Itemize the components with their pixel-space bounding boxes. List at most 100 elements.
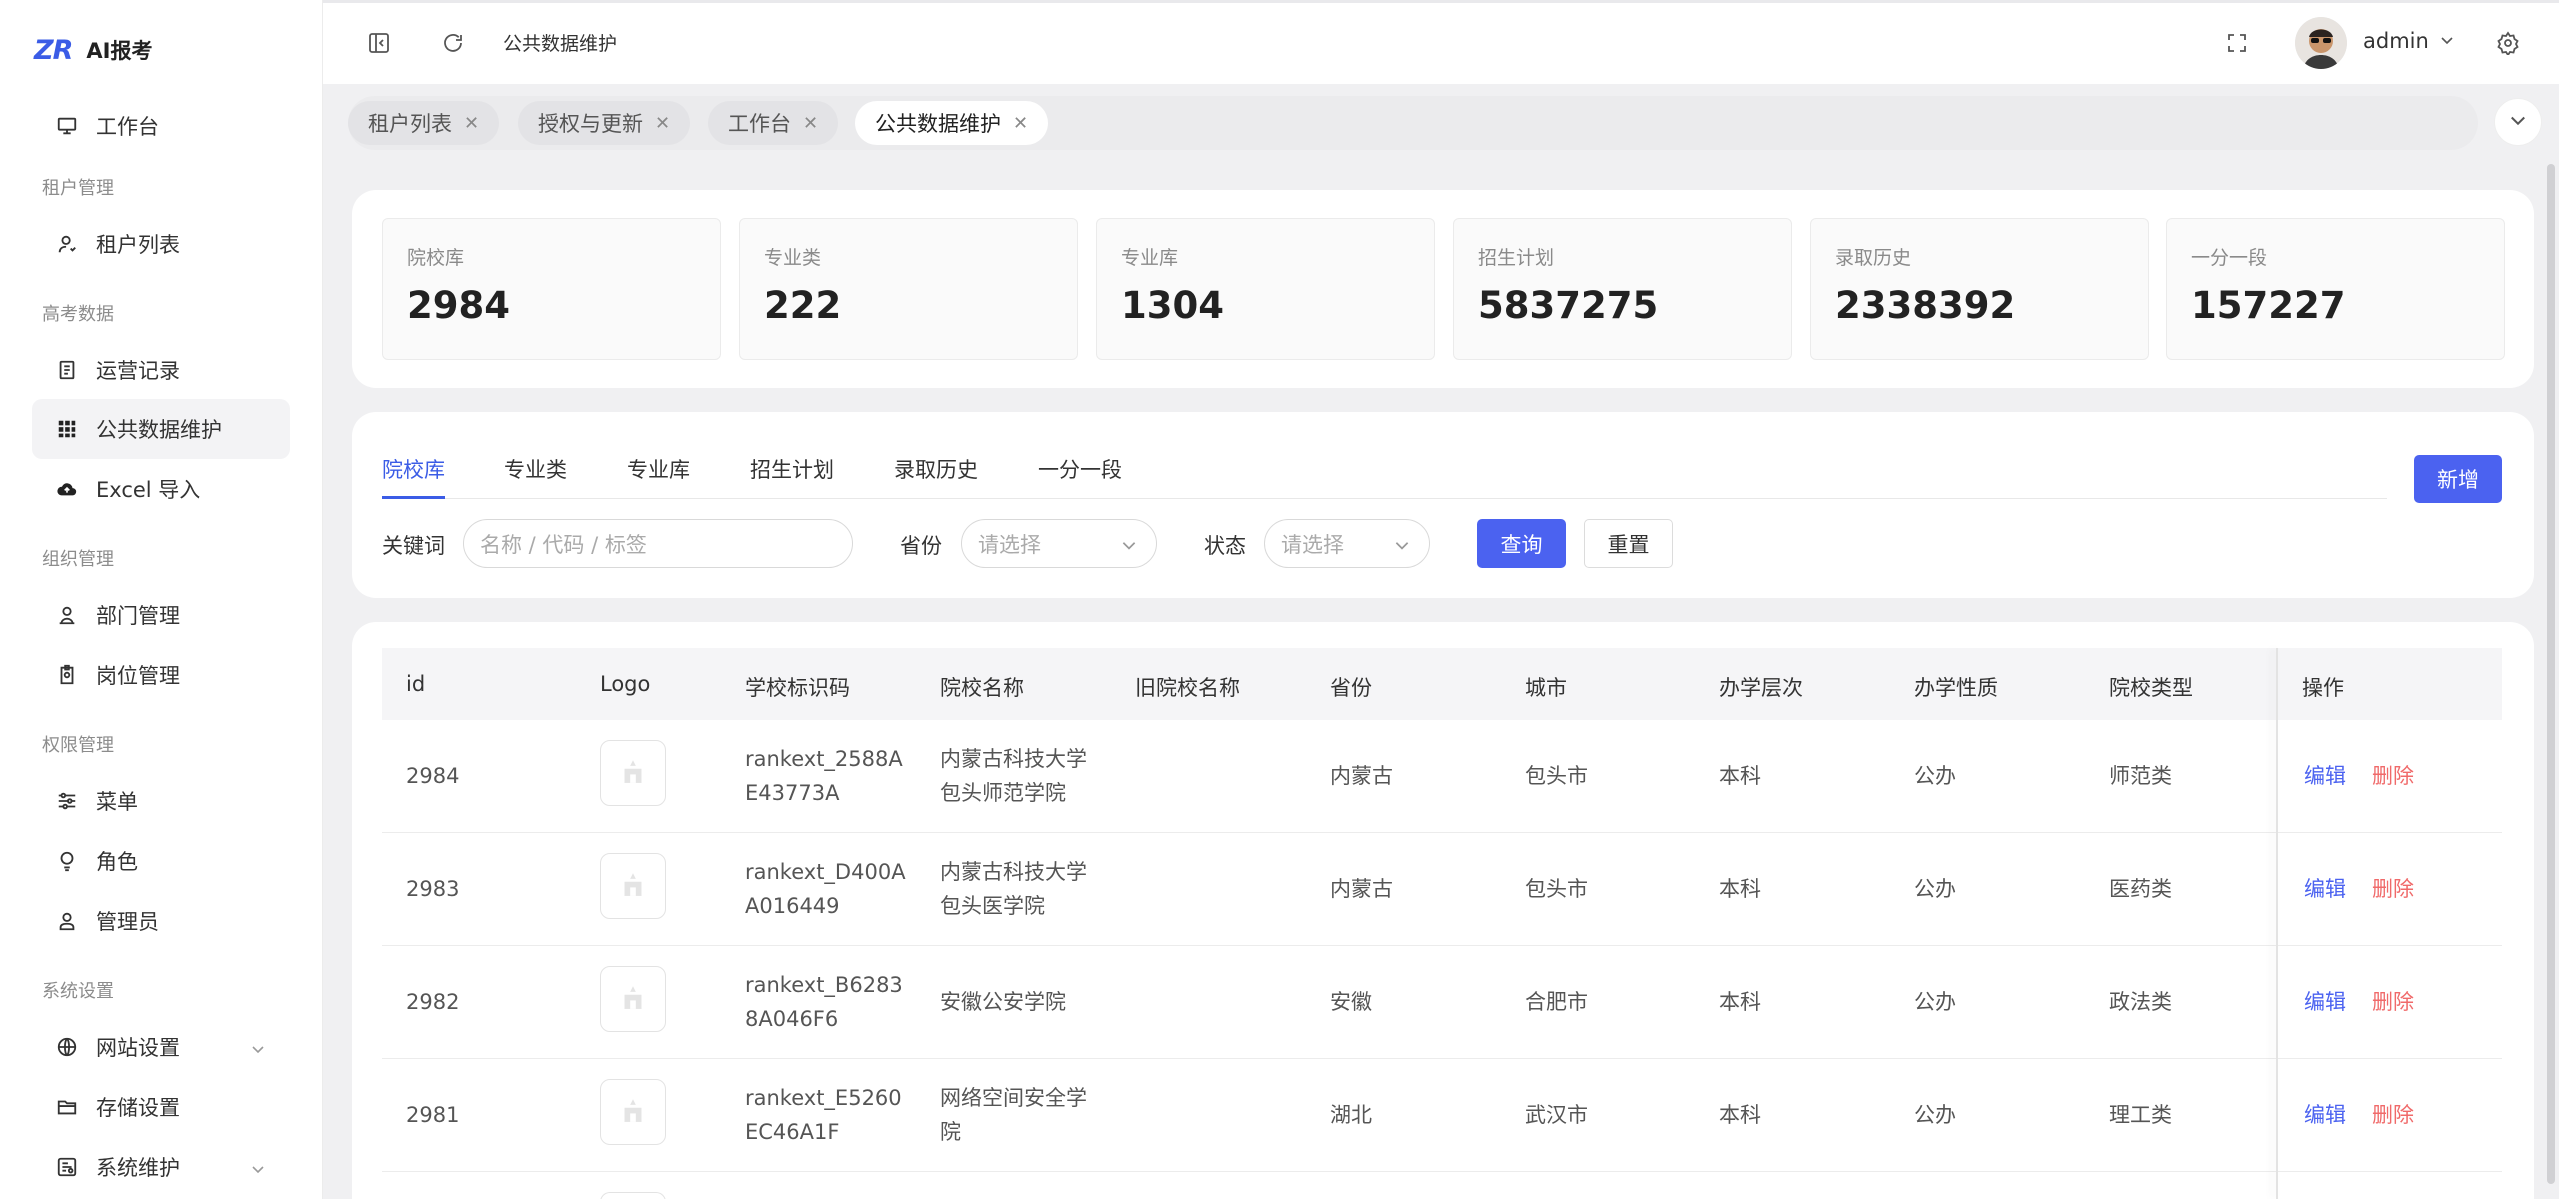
sidebar-item-storage[interactable]: 存储设置 xyxy=(32,1077,290,1137)
cell-level: 本科 xyxy=(1719,877,1761,901)
brand[interactable]: ZR AI报考 xyxy=(34,32,152,68)
cell-city: 武汉市 xyxy=(1525,1103,1588,1127)
column-header: 办学性质 xyxy=(1914,676,1998,700)
cell-name: 内蒙古科技大学 包头师范学院 xyxy=(940,747,1087,805)
sidebar-item-workbench[interactable]: 工作台 xyxy=(32,96,290,156)
cell-code: rankext_E5260 EC46A1F xyxy=(745,1086,902,1144)
cell-type: 医药类 xyxy=(2109,877,2172,901)
stat-card: 专业库 1304 xyxy=(1096,218,1435,360)
edit-link[interactable]: 编辑 xyxy=(2304,759,2346,793)
stat-card: 录取历史 2338392 xyxy=(1810,218,2149,360)
status-select[interactable]: 请选择 xyxy=(1264,519,1430,568)
stat-card: 院校库 2984 xyxy=(382,218,721,360)
cloud-upload-icon xyxy=(56,478,78,500)
settings-icon[interactable] xyxy=(2494,29,2522,57)
folder-icon xyxy=(56,1096,78,1118)
cell-city: 合肥市 xyxy=(1525,990,1588,1014)
brand-logo: ZR xyxy=(34,34,73,66)
tab-public-data[interactable]: 公共数据维护 ✕ xyxy=(855,101,1049,145)
province-placeholder: 请选择 xyxy=(978,532,1041,557)
sidebar-item-label: Excel 导入 xyxy=(96,478,201,502)
status-label: 状态 xyxy=(1204,534,1246,558)
sidebar-item-roles[interactable]: 角色 xyxy=(32,831,290,891)
tab-workbench[interactable]: 工作台 ✕ xyxy=(708,101,839,145)
province-select[interactable]: 请选择 xyxy=(961,519,1157,568)
close-icon[interactable]: ✕ xyxy=(464,113,479,134)
reset-button[interactable]: 重置 xyxy=(1584,519,1673,568)
refresh-icon[interactable] xyxy=(439,29,467,57)
cell-id: 2983 xyxy=(406,877,460,901)
sidebar-item-system-maintenance[interactable]: 系统维护 xyxy=(32,1137,290,1197)
tools-icon xyxy=(56,1156,78,1178)
sidebar-item-label: 部门管理 xyxy=(96,604,180,628)
sidebar-item-departments[interactable]: 部门管理 xyxy=(32,585,290,645)
delete-link[interactable]: 删除 xyxy=(2372,759,2414,793)
cell-nature: 公办 xyxy=(1914,877,1956,901)
sidebar-item-menu[interactable]: 菜单 xyxy=(32,771,290,831)
delete-link[interactable]: 删除 xyxy=(2372,872,2414,906)
sidebar-item-label: 工作台 xyxy=(96,115,159,139)
delete-link[interactable]: 删除 xyxy=(2372,1098,2414,1132)
breadcrumb: 公共数据维护 xyxy=(503,33,618,55)
collapse-sidebar-icon[interactable] xyxy=(365,29,393,57)
chevron-down-icon[interactable] xyxy=(250,1158,266,1182)
stat-value: 2338392 xyxy=(1835,284,2016,327)
close-icon[interactable]: ✕ xyxy=(655,113,670,134)
globe-icon xyxy=(56,1036,78,1058)
tabs-bar: 租户列表 ✕ 授权与更新 ✕ 工作台 ✕ 公共数据维护 ✕ xyxy=(348,96,2478,150)
document-icon xyxy=(56,359,78,381)
subtab-majors[interactable]: 专业库 xyxy=(627,454,690,484)
subtab-enrollment-plans[interactable]: 招生计划 xyxy=(750,454,834,484)
add-button[interactable]: 新增 xyxy=(2414,455,2502,503)
subtab-major-categories[interactable]: 专业类 xyxy=(504,454,567,484)
sidebar-item-positions[interactable]: 岗位管理 xyxy=(32,645,290,705)
cell-name: 内蒙古科技大学 包头医学院 xyxy=(940,860,1087,918)
avatar[interactable] xyxy=(2295,17,2347,69)
cell-code: rankext_D400A A016449 xyxy=(745,860,906,918)
cell-id: 2981 xyxy=(406,1103,460,1127)
sidebar-item-tenants[interactable]: 租户列表 xyxy=(32,214,290,274)
tabs-more-button[interactable] xyxy=(2494,98,2542,146)
cell-city: 包头市 xyxy=(1525,764,1588,788)
stat-card: 一分一段 157227 xyxy=(2166,218,2505,360)
tab-license-update[interactable]: 授权与更新 ✕ xyxy=(518,101,691,145)
delete-link[interactable]: 删除 xyxy=(2372,985,2414,1019)
cell-id: 2984 xyxy=(406,764,460,788)
subtab-score-distribution[interactable]: 一分一段 xyxy=(1038,454,1122,484)
fullscreen-icon[interactable] xyxy=(2223,29,2251,57)
subtab-colleges[interactable]: 院校库 xyxy=(382,454,445,484)
edit-link[interactable]: 编辑 xyxy=(2304,1098,2346,1132)
table-row: 2983 rankext_D400A A016449 内蒙古科技大学 包头医学院 内… xyxy=(382,833,2502,946)
school-logo xyxy=(600,966,666,1032)
sidebar-item-admins[interactable]: 管理员 xyxy=(32,891,290,951)
sidebar-item-label: 管理员 xyxy=(96,910,159,934)
user-menu[interactable]: admin xyxy=(2363,29,2455,53)
cell-code: rankext_2588A E43773A xyxy=(745,747,903,805)
cell-nature: 公办 xyxy=(1914,1103,1956,1127)
sidebar-item-label: 系统维护 xyxy=(96,1156,180,1180)
cell-city: 包头市 xyxy=(1525,877,1588,901)
subtab-admission-history[interactable]: 录取历史 xyxy=(894,454,978,484)
query-button[interactable]: 查询 xyxy=(1477,519,1566,568)
cell-province: 安徽 xyxy=(1330,990,1372,1014)
table-row: 2981 rankext_E5260 EC46A1F 网络空间安全学院 湖北 武汉… xyxy=(382,1059,2502,1172)
cell-name: 网络空间安全学院 xyxy=(940,1086,1087,1144)
close-icon[interactable]: ✕ xyxy=(803,113,818,134)
sidebar-item-operation-log[interactable]: 运营记录 xyxy=(32,340,290,400)
sidebar-item-public-data[interactable]: 公共数据维护 xyxy=(32,399,290,459)
edit-link[interactable]: 编辑 xyxy=(2304,985,2346,1019)
tab-tenant-list[interactable]: 租户列表 ✕ xyxy=(348,101,500,145)
close-icon[interactable]: ✕ xyxy=(1013,113,1028,134)
column-header: 办学层次 xyxy=(1719,676,1803,700)
school-logo xyxy=(600,740,666,806)
chevron-down-icon[interactable] xyxy=(250,1038,266,1062)
sidebar-item-excel-import[interactable]: Excel 导入 xyxy=(32,459,290,519)
edit-link[interactable]: 编辑 xyxy=(2304,872,2346,906)
user-icon xyxy=(56,233,78,255)
keyword-input[interactable]: 名称 / 代码 / 标签 xyxy=(463,519,853,568)
page-scrollbar[interactable] xyxy=(2547,164,2555,1184)
column-header: 省份 xyxy=(1330,676,1372,700)
table-row: 2982 rankext_B6283 8A046F6 安徽公安学院 安徽 合肥市 … xyxy=(382,946,2502,1059)
sliders-icon xyxy=(56,790,78,812)
sidebar-item-site-settings[interactable]: 网站设置 xyxy=(32,1017,290,1077)
